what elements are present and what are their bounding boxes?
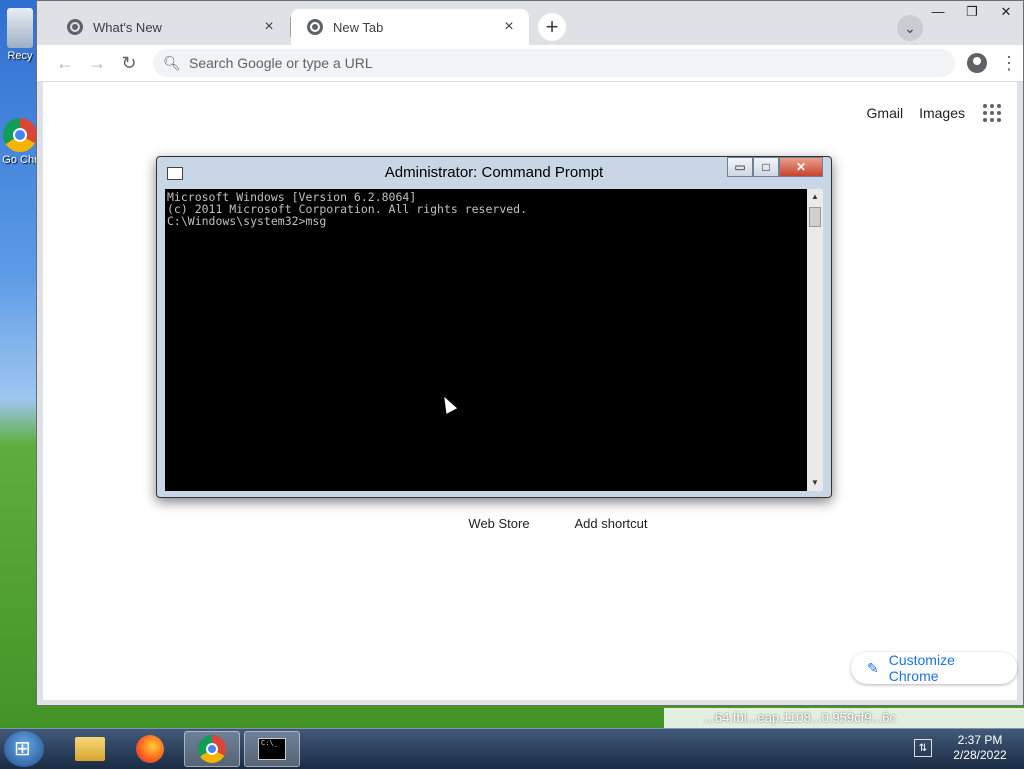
tab-close-icon[interactable]: × <box>261 19 277 35</box>
cmd-maximize-button[interactable]: □ <box>753 157 779 177</box>
chrome-logo-icon <box>3 118 37 152</box>
tab-search-button[interactable]: ⌄ <box>897 15 923 41</box>
browser-toolbar: ← → ↻ 🔍︎ Search Google or type a URL ⋮ <box>37 45 1023 82</box>
tab-close-icon[interactable]: × <box>501 19 517 35</box>
explorer-icon <box>75 737 105 761</box>
tab-whats-new[interactable]: What's New × <box>51 9 289 45</box>
desktop-chrome-icon[interactable]: Go Chr <box>0 114 40 166</box>
address-bar[interactable]: 🔍︎ Search Google or type a URL <box>153 49 955 77</box>
forward-button[interactable]: → <box>83 49 111 77</box>
customize-chrome-label: Customize Chrome <box>888 652 955 684</box>
recycle-bin-image <box>7 8 33 48</box>
reload-button[interactable]: ↻ <box>115 49 143 77</box>
minimize-button[interactable]: — <box>921 1 955 23</box>
shortcut-add[interactable]: Add shortcut <box>555 516 667 531</box>
recycle-bin-icon[interactable]: Recy <box>0 8 40 62</box>
command-prompt-window: Administrator: Command Prompt ▭ □ ✕ Micr… <box>156 156 832 498</box>
scroll-down-icon[interactable]: ▼ <box>807 475 823 491</box>
tab-label: What's New <box>93 19 162 35</box>
chrome-menu-button[interactable]: ⋮ <box>997 49 1021 77</box>
scroll-thumb[interactable] <box>809 207 821 227</box>
recycle-bin-label: Recy <box>7 50 33 62</box>
firefox-icon <box>136 735 164 763</box>
console-prompt-line: C:\Windows\system32>msg <box>167 214 327 228</box>
tab-new-tab[interactable]: New Tab × <box>291 9 529 45</box>
shortcut-tiles: Web Store Add shortcut <box>443 516 667 531</box>
images-link[interactable]: Images <box>919 105 965 121</box>
apps-grid-icon[interactable] <box>983 104 1001 122</box>
chrome-favicon-icon <box>307 19 323 35</box>
cmd-minimize-button[interactable]: ▭ <box>727 157 753 177</box>
scroll-up-icon[interactable]: ▲ <box>807 189 823 205</box>
chrome-icon <box>198 735 226 763</box>
network-icon[interactable]: ⇅ <box>914 739 932 757</box>
customize-chrome-button[interactable]: ✎ Customize Chrome <box>851 652 1017 684</box>
taskbar-firefox[interactable] <box>122 731 178 767</box>
chrome-favicon-icon <box>67 19 83 35</box>
clock-time: 2:37 PM <box>957 733 1003 747</box>
taskbar-chrome[interactable] <box>184 731 240 767</box>
pencil-icon: ✎ <box>867 659 879 676</box>
tab-strip: What's New × New Tab × + ⌄ — ❐ ✕ <box>37 1 1023 45</box>
clock-date: 2/28/2022 <box>953 748 1007 762</box>
desktop-chrome-label: Go Chr <box>2 154 38 166</box>
cmd-icon: C:\_ <box>258 738 286 760</box>
start-button[interactable] <box>4 731 44 767</box>
avatar-icon <box>967 52 987 73</box>
window-controls: — ❐ ✕ <box>921 1 1023 23</box>
ntp-header-links: Gmail Images <box>851 104 1001 122</box>
new-tab-button[interactable]: + <box>538 13 566 41</box>
cmd-close-button[interactable]: ✕ <box>779 157 823 177</box>
gmail-link[interactable]: Gmail <box>867 105 904 121</box>
back-button[interactable]: ← <box>51 49 79 77</box>
notification-strip: ...64.fbl...eap.1108...0.959cf9...6c <box>664 708 1024 728</box>
shortcut-web-store[interactable]: Web Store <box>443 516 555 531</box>
address-bar-placeholder: Search Google or type a URL <box>189 55 373 71</box>
search-icon: 🔍︎ <box>163 54 181 71</box>
restore-button[interactable]: ❐ <box>955 1 989 23</box>
profile-button[interactable] <box>963 49 991 77</box>
cmd-window-controls: ▭ □ ✕ <box>727 157 823 177</box>
taskbar-cmd[interactable]: C:\_ <box>244 731 300 767</box>
close-button[interactable]: ✕ <box>989 1 1023 23</box>
taskbar-explorer[interactable] <box>62 731 118 767</box>
cmd-scrollbar[interactable]: ▲ ▼ <box>807 189 823 491</box>
system-clock[interactable]: 2:37 PM 2/28/2022 <box>940 733 1020 763</box>
taskbar: C:\_ ⇅ 2:37 PM 2/28/2022 <box>0 728 1024 769</box>
tab-label: New Tab <box>333 19 384 35</box>
console-output[interactable]: Microsoft Windows [Version 6.2.8064] (c) … <box>165 189 807 491</box>
